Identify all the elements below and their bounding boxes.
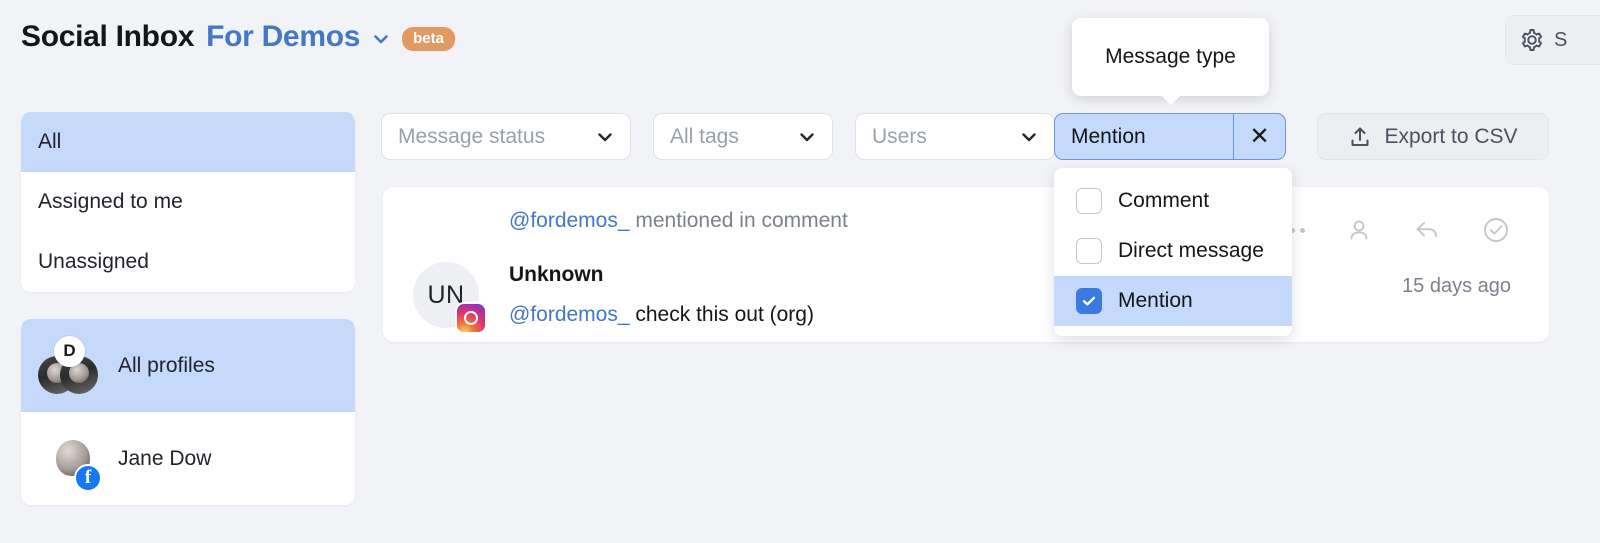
avatar: f xyxy=(38,428,102,492)
upload-icon xyxy=(1348,125,1372,149)
instagram-badge-icon xyxy=(455,302,487,334)
message-timestamp: 15 days ago xyxy=(1402,275,1511,297)
settings-label: S xyxy=(1554,28,1568,51)
message-type-dropdown: Comment Direct message Mention xyxy=(1054,168,1292,336)
chevron-down-icon xyxy=(596,128,614,146)
export-to-csv-button[interactable]: Export to CSV xyxy=(1317,113,1549,160)
facebook-badge-icon: f xyxy=(74,463,102,492)
message-actions xyxy=(1280,215,1511,245)
checkbox-unchecked-icon[interactable] xyxy=(1076,188,1102,214)
sidebar-item-all-profiles[interactable]: D All profiles xyxy=(21,319,355,412)
message-avatar: UN xyxy=(413,262,487,334)
dropdown-option-comment[interactable]: Comment xyxy=(1054,176,1292,226)
users-label: Users xyxy=(872,124,927,148)
dropdown-option-label: Direct message xyxy=(1118,239,1264,262)
profiles-card: D All profiles f Jane Dow xyxy=(21,319,355,505)
message-header-text: mentioned in comment xyxy=(629,209,848,232)
message-body: @fordemos_ check this out (org) xyxy=(509,303,814,327)
sidebar-item-jane-dow[interactable]: f Jane Dow xyxy=(21,412,355,505)
close-icon[interactable]: ✕ xyxy=(1233,114,1285,159)
all-tags-filter[interactable]: All tags xyxy=(653,113,833,160)
sidebar-item-label: All xyxy=(38,130,62,153)
sidebar-item-assigned-to-me[interactable]: Assigned to me xyxy=(21,172,355,232)
settings-button[interactable]: S xyxy=(1505,15,1600,65)
filter-bar: Message status All tags Users xyxy=(381,113,1055,160)
gear-icon xyxy=(1520,28,1544,52)
message-body-text: check this out (org) xyxy=(629,303,814,326)
page-header: Social Inbox For Demos beta S xyxy=(0,0,1600,86)
export-to-csv-label: Export to CSV xyxy=(1384,124,1518,148)
assign-user-icon[interactable] xyxy=(1345,216,1373,244)
title-row: Social Inbox For Demos beta xyxy=(21,20,455,54)
inbox-filter-card: All Assigned to me Unassigned xyxy=(21,112,355,292)
beta-badge: beta xyxy=(402,27,455,51)
workspace-selector-label[interactable]: For Demos xyxy=(206,20,360,54)
tooltip-text: Message type xyxy=(1105,45,1236,68)
profile-label: All profiles xyxy=(118,353,215,377)
users-filter[interactable]: Users xyxy=(855,113,1055,160)
dropdown-option-mention[interactable]: Mention xyxy=(1054,276,1292,326)
profile-count-badge: D xyxy=(54,335,85,367)
checkbox-unchecked-icon[interactable] xyxy=(1076,238,1102,264)
chevron-down-icon[interactable] xyxy=(372,30,390,48)
message-status-filter[interactable]: Message status xyxy=(381,113,631,160)
checkbox-checked-icon[interactable] xyxy=(1076,288,1102,314)
sidebar-item-label: Assigned to me xyxy=(38,190,183,213)
mark-done-icon[interactable] xyxy=(1481,215,1511,245)
message-author: Unknown xyxy=(509,263,604,286)
sidebar: All Assigned to me Unassigned D All prof… xyxy=(21,112,355,505)
profile-label: Jane Dow xyxy=(118,446,212,470)
message-type-value: Mention xyxy=(1071,124,1146,148)
sidebar-item-unassigned[interactable]: Unassigned xyxy=(21,232,355,292)
chevron-down-icon xyxy=(1020,128,1038,146)
tooltip: Message type xyxy=(1072,18,1269,105)
dropdown-option-label: Mention xyxy=(1118,289,1193,312)
stacked-avatars: D xyxy=(38,335,100,394)
reply-icon[interactable] xyxy=(1413,216,1441,244)
page-title: Social Inbox xyxy=(21,20,195,53)
dropdown-option-label: Comment xyxy=(1118,189,1210,212)
sidebar-item-label: Unassigned xyxy=(38,250,149,273)
message-header-handle[interactable]: @fordemos_ xyxy=(509,209,630,232)
message-status-label: Message status xyxy=(398,124,546,148)
chevron-down-icon xyxy=(798,128,816,146)
social-inbox-page: Social Inbox For Demos beta S All Assign… xyxy=(0,0,1600,543)
message-body-handle[interactable]: @fordemos_ xyxy=(509,303,630,326)
sidebar-item-all[interactable]: All xyxy=(21,112,355,172)
message-type-filter[interactable]: Mention ✕ xyxy=(1054,113,1286,160)
message-card[interactable]: @fordemos_ mentioned in comment UN Unkno… xyxy=(383,187,1549,342)
dropdown-option-direct-message[interactable]: Direct message xyxy=(1054,226,1292,276)
message-header: @fordemos_ mentioned in comment xyxy=(509,209,848,233)
all-tags-label: All tags xyxy=(670,124,739,148)
